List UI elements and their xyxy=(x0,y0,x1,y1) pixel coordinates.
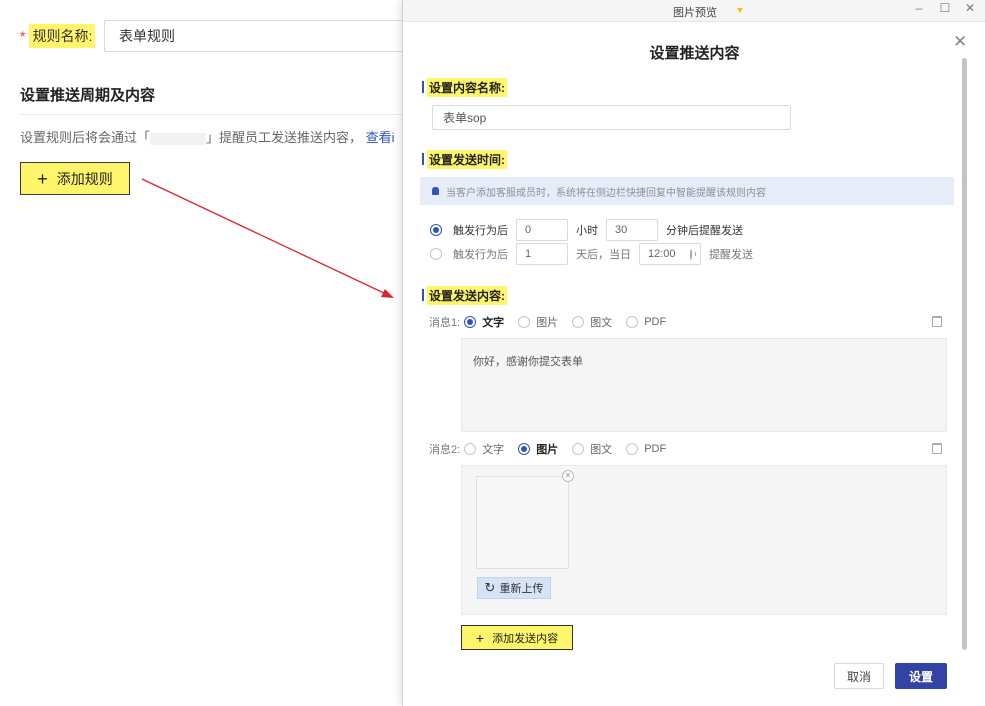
message-2-image-area: ✕ ↻ 重新上传 xyxy=(461,465,947,615)
send-time-option-1[interactable]: 触发行为后 0 小时 30 分钟后提醒发送 xyxy=(430,219,751,241)
plus-icon: + xyxy=(475,629,485,646)
radio-article[interactable] xyxy=(572,443,585,455)
content-name-label: 设置内容名称: xyxy=(422,77,507,97)
message-1-label: 消息1: xyxy=(429,317,461,329)
section-divider xyxy=(20,114,410,115)
time-value: 12:00 xyxy=(648,248,676,260)
section-description: 设置规则后将会通过「 」提醒员工发送推送内容， 查看i xyxy=(20,127,395,146)
message-1-text-area[interactable]: 你好，感谢你提交表单 xyxy=(461,338,947,432)
message-1-option-image[interactable]: 图片 xyxy=(518,314,558,330)
section-title: 设置推送周期及内容 xyxy=(20,87,156,104)
clock-icon xyxy=(689,248,697,260)
send-time-label-text: 设置发送时间: xyxy=(427,149,507,169)
radio-text[interactable] xyxy=(464,316,477,328)
time-picker[interactable]: 12:00 xyxy=(639,243,701,265)
redacted-name xyxy=(150,132,207,145)
content-name-input[interactable]: 表单sop xyxy=(432,105,791,130)
image-preview-window: 图片预览 – ☐ ✕ ✕ 设置推送内容 设置内容名称: 表单sop 设置发送时间… xyxy=(402,0,985,706)
remove-image-icon[interactable]: ✕ xyxy=(562,470,574,482)
send-time-notice: 当客户添加客服成员时，系统将在侧边栏快捷回复中智能提醒该规则内容 xyxy=(420,177,954,205)
reupload-label: 重新上传 xyxy=(499,583,544,595)
send-content-label: 设置发送内容: xyxy=(422,285,507,305)
delete-message-1-icon[interactable] xyxy=(932,316,942,327)
message-2-option-pdf[interactable]: PDF xyxy=(626,443,666,455)
rule-name-label: 规则名称: xyxy=(29,24,96,48)
message-2-option-text[interactable]: 文字 xyxy=(464,441,504,457)
option-2-prefix: 触发行为后 xyxy=(453,249,508,261)
notice-text: 当客户添加客服成员时，系统将在侧边栏快捷回复中智能提醒该规则内容 xyxy=(446,187,766,199)
radio-pdf[interactable] xyxy=(626,443,639,455)
radio-article[interactable] xyxy=(572,316,585,328)
message-1-option-pdf[interactable]: PDF xyxy=(626,316,666,328)
label-accent-bar xyxy=(422,289,424,301)
add-rule-label: 添加规则 xyxy=(56,170,113,187)
message-2-type-row: 消息2: 文字 图片 图文 PDF xyxy=(429,441,680,457)
message-1-option-text[interactable]: 文字 xyxy=(464,314,504,330)
option-2-suffix: 提醒发送 xyxy=(709,249,753,261)
desc-suffix: 」提醒员工发送推送内容， xyxy=(206,130,363,145)
option-1-suffix: 分钟后提醒发送 xyxy=(666,225,743,237)
content-name-label-text: 设置内容名称: xyxy=(427,77,507,97)
message-2-option-article[interactable]: 图文 xyxy=(572,441,612,457)
cancel-button[interactable]: 取消 xyxy=(834,663,884,689)
view-link[interactable]: 查看i xyxy=(366,130,395,145)
uploaded-image-thumbnail[interactable] xyxy=(476,476,569,569)
radio-option-1[interactable] xyxy=(430,224,442,236)
radio-pdf[interactable] xyxy=(626,316,639,328)
days-unit: 天后，当日 xyxy=(576,249,631,261)
radio-option-2[interactable] xyxy=(430,248,442,260)
radio-image[interactable] xyxy=(518,443,531,455)
label-accent-bar xyxy=(422,153,424,165)
maximize-button[interactable]: ☐ xyxy=(935,1,955,15)
message-2-option-image[interactable]: 图片 xyxy=(518,441,558,457)
dropdown-marker-icon xyxy=(737,8,743,13)
refresh-icon: ↻ xyxy=(484,580,496,595)
dialog-title: 设置推送内容 xyxy=(649,45,740,62)
send-time-option-2[interactable]: 触发行为后 1 天后，当日 12:00 提醒发送 xyxy=(430,243,761,265)
desc-prefix: 设置规则后将会通过「 xyxy=(20,130,151,145)
plus-icon: + xyxy=(37,168,48,189)
required-mark: * xyxy=(20,28,26,44)
add-rule-button[interactable]: + 添加规则 xyxy=(20,162,130,195)
send-time-label: 设置发送时间: xyxy=(422,149,507,169)
minutes-input[interactable]: 30 xyxy=(606,219,658,241)
rule-name-input[interactable]: 表单规则 xyxy=(104,20,424,52)
confirm-button[interactable]: 设置 xyxy=(895,663,947,689)
bell-icon xyxy=(432,187,439,195)
window-title: 图片预览 xyxy=(673,7,717,19)
radio-text[interactable] xyxy=(464,443,477,455)
add-send-content-button[interactable]: + 添加发送内容 xyxy=(461,625,573,650)
scrollbar[interactable] xyxy=(962,58,968,650)
window-close-button[interactable]: ✕ xyxy=(960,1,980,15)
message-1-option-article[interactable]: 图文 xyxy=(572,314,612,330)
hours-input[interactable]: 0 xyxy=(516,219,568,241)
message-1-type-row: 消息1: 文字 图片 图文 PDF xyxy=(429,314,680,330)
scrollbar-thumb[interactable] xyxy=(962,58,967,650)
days-input[interactable]: 1 xyxy=(516,243,568,265)
minimize-button[interactable]: – xyxy=(909,1,929,15)
delete-message-2-icon[interactable] xyxy=(932,443,942,454)
radio-image[interactable] xyxy=(518,316,531,328)
add-send-content-label: 添加发送内容 xyxy=(492,632,559,645)
hours-unit: 小时 xyxy=(576,225,598,237)
send-content-label-text: 设置发送内容: xyxy=(427,285,507,305)
window-titlebar: 图片预览 – ☐ ✕ xyxy=(403,0,985,22)
message-2-label: 消息2: xyxy=(429,444,461,456)
option-1-prefix: 触发行为后 xyxy=(453,225,508,237)
label-accent-bar xyxy=(422,81,424,93)
rule-name-label-group: * 规则名称: xyxy=(20,20,96,52)
reupload-button[interactable]: ↻ 重新上传 xyxy=(477,577,551,599)
